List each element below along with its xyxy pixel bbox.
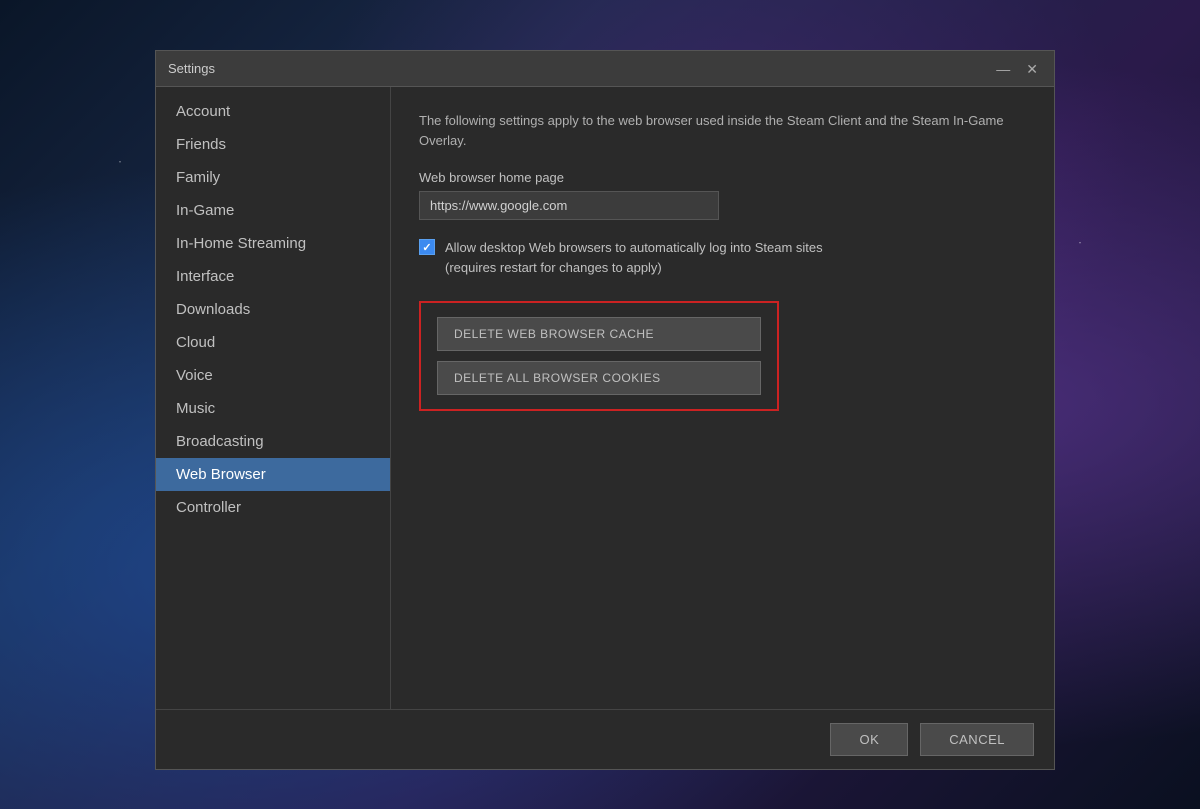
settings-dialog: Settings — ✕ Account Friends Family In-G… xyxy=(155,50,1055,770)
sidebar: Account Friends Family In-Game In-Home S… xyxy=(156,87,391,709)
description-text: The following settings apply to the web … xyxy=(419,111,1026,150)
content-area: The following settings apply to the web … xyxy=(391,87,1054,709)
sidebar-item-cloud[interactable]: Cloud xyxy=(156,326,390,359)
close-button[interactable]: ✕ xyxy=(1022,60,1042,78)
sidebar-item-in-game[interactable]: In-Game xyxy=(156,194,390,227)
sidebar-item-web-browser[interactable]: Web Browser xyxy=(156,458,390,491)
browser-action-section: DELETE WEB BROWSER CACHE DELETE ALL BROW… xyxy=(419,301,779,411)
auto-login-checkbox[interactable]: ✓ xyxy=(419,239,435,255)
sidebar-item-in-home-streaming[interactable]: In-Home Streaming xyxy=(156,227,390,260)
sidebar-item-friends[interactable]: Friends xyxy=(156,128,390,161)
minimize-button[interactable]: — xyxy=(992,60,1014,78)
sidebar-item-account[interactable]: Account xyxy=(156,95,390,128)
checkbox-row: ✓ Allow desktop Web browsers to automati… xyxy=(419,238,1026,277)
dialog-footer: OK CANCEL xyxy=(156,709,1054,769)
ok-button[interactable]: OK xyxy=(830,723,908,756)
homepage-label: Web browser home page xyxy=(419,170,1026,185)
sidebar-item-interface[interactable]: Interface xyxy=(156,260,390,293)
cancel-button[interactable]: CANCEL xyxy=(920,723,1034,756)
checkbox-check-icon: ✓ xyxy=(422,241,431,254)
sidebar-item-broadcasting[interactable]: Broadcasting xyxy=(156,425,390,458)
dialog-title: Settings xyxy=(168,61,215,76)
title-bar-controls: — ✕ xyxy=(992,60,1042,78)
auto-login-label: Allow desktop Web browsers to automatica… xyxy=(445,238,823,277)
delete-cache-button[interactable]: DELETE WEB BROWSER CACHE xyxy=(437,317,761,351)
sidebar-item-family[interactable]: Family xyxy=(156,161,390,194)
sidebar-item-voice[interactable]: Voice xyxy=(156,359,390,392)
sidebar-item-downloads[interactable]: Downloads xyxy=(156,293,390,326)
homepage-input[interactable] xyxy=(419,191,719,220)
dialog-body: Account Friends Family In-Game In-Home S… xyxy=(156,87,1054,709)
title-bar: Settings — ✕ xyxy=(156,51,1054,87)
delete-cookies-button[interactable]: DELETE ALL BROWSER COOKIES xyxy=(437,361,761,395)
sidebar-item-music[interactable]: Music xyxy=(156,392,390,425)
sidebar-item-controller[interactable]: Controller xyxy=(156,491,390,524)
